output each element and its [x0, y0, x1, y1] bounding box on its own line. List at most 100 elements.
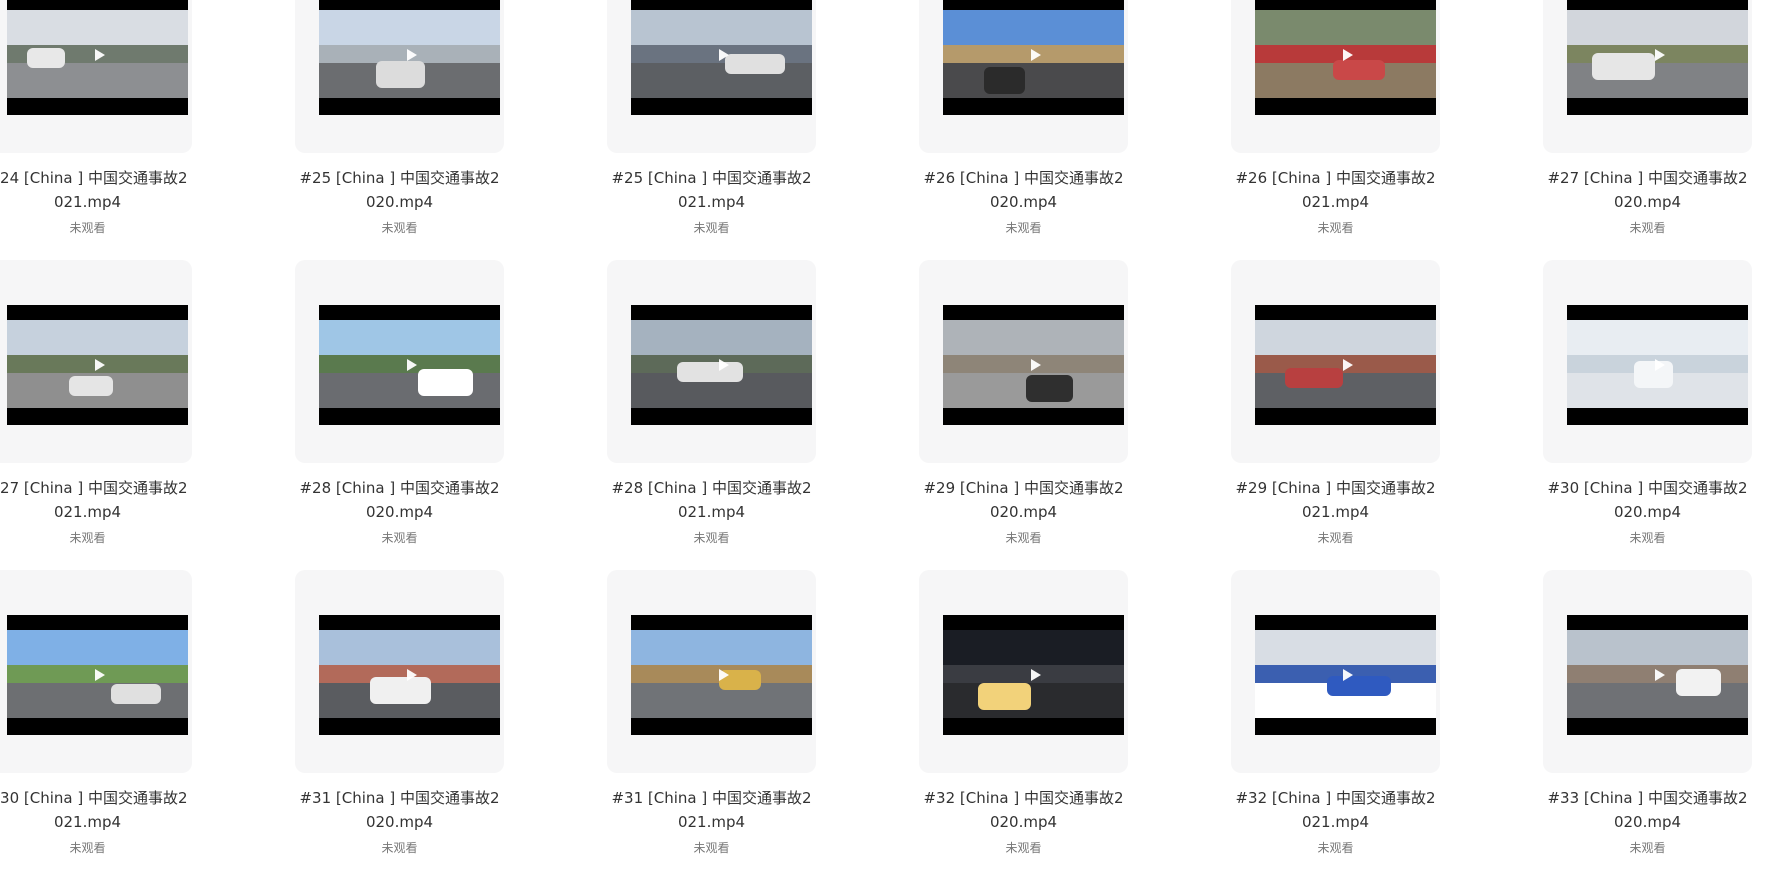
- thumbnail-card[interactable]: [607, 0, 816, 153]
- file-name[interactable]: #27 [China ] 中国交通事故2021.mp4: [0, 476, 192, 524]
- file-name[interactable]: #31 [China ] 中国交通事故2021.mp4: [607, 786, 816, 834]
- thumbnail-card[interactable]: [1543, 0, 1752, 153]
- play-icon[interactable]: [1342, 669, 1353, 681]
- file-name[interactable]: #25 [China ] 中国交通事故2021.mp4: [607, 166, 816, 214]
- video-thumbnail[interactable]: [319, 305, 500, 425]
- video-file-item[interactable]: #27 [China ] 中国交通事故2021.mp4 未观看: [0, 260, 192, 570]
- watch-status: 未观看: [1629, 841, 1666, 855]
- play-icon[interactable]: [1342, 49, 1353, 61]
- file-name[interactable]: #32 [China ] 中国交通事故2020.mp4: [919, 786, 1128, 834]
- video-thumbnail[interactable]: [7, 0, 188, 115]
- video-thumbnail[interactable]: [943, 615, 1124, 735]
- thumbnail-card[interactable]: [295, 570, 504, 773]
- file-name[interactable]: #26 [China ] 中国交通事故2020.mp4: [919, 166, 1128, 214]
- video-file-item[interactable]: #25 [China ] 中国交通事故2021.mp4 未观看: [607, 0, 816, 260]
- play-icon[interactable]: [1654, 359, 1665, 371]
- play-icon[interactable]: [406, 359, 417, 371]
- watch-status: 未观看: [1317, 841, 1354, 855]
- video-file-item[interactable]: #31 [China ] 中国交通事故2021.mp4 未观看: [607, 570, 816, 880]
- video-thumbnail[interactable]: [631, 615, 812, 735]
- watch-status: 未观看: [69, 221, 106, 235]
- thumbnail-card[interactable]: [1231, 260, 1440, 463]
- watch-status: 未观看: [1317, 531, 1354, 545]
- video-thumbnail[interactable]: [943, 0, 1124, 115]
- thumbnail-card[interactable]: [295, 0, 504, 153]
- video-file-item[interactable]: #33 [China ] 中国交通事故2020.mp4 未观看: [1543, 570, 1752, 880]
- video-file-item[interactable]: #24 [China ] 中国交通事故2021.mp4 未观看: [0, 0, 192, 260]
- video-file-item[interactable]: #29 [China ] 中国交通事故2020.mp4 未观看: [919, 260, 1128, 570]
- thumbnail-card[interactable]: [1231, 0, 1440, 153]
- video-file-item[interactable]: #27 [China ] 中国交通事故2020.mp4 未观看: [1543, 0, 1752, 260]
- play-icon[interactable]: [718, 669, 729, 681]
- watch-status: 未观看: [69, 531, 106, 545]
- thumbnail-card[interactable]: [919, 570, 1128, 773]
- thumbnail-card[interactable]: [607, 260, 816, 463]
- video-file-item[interactable]: #28 [China ] 中国交通事故2021.mp4 未观看: [607, 260, 816, 570]
- file-name[interactable]: #26 [China ] 中国交通事故2021.mp4: [1231, 166, 1440, 214]
- file-name[interactable]: #28 [China ] 中国交通事故2020.mp4: [295, 476, 504, 524]
- play-icon[interactable]: [1654, 669, 1665, 681]
- play-icon[interactable]: [406, 669, 417, 681]
- play-icon[interactable]: [1030, 359, 1041, 371]
- video-file-item[interactable]: #26 [China ] 中国交通事故2021.mp4 未观看: [1231, 0, 1440, 260]
- file-name[interactable]: #29 [China ] 中国交通事故2021.mp4: [1231, 476, 1440, 524]
- thumbnail-card[interactable]: [1543, 260, 1752, 463]
- thumbnail-card[interactable]: [0, 0, 192, 153]
- file-name[interactable]: #32 [China ] 中国交通事故2021.mp4: [1231, 786, 1440, 834]
- video-thumbnail[interactable]: [319, 615, 500, 735]
- video-thumbnail[interactable]: [7, 305, 188, 425]
- watch-status: 未观看: [693, 531, 730, 545]
- video-file-item[interactable]: #29 [China ] 中国交通事故2021.mp4 未观看: [1231, 260, 1440, 570]
- video-file-item[interactable]: #30 [China ] 中国交通事故2020.mp4 未观看: [1543, 260, 1752, 570]
- watch-status: 未观看: [381, 841, 418, 855]
- thumbnail-card[interactable]: [919, 260, 1128, 463]
- video-thumbnail[interactable]: [7, 615, 188, 735]
- video-thumbnail[interactable]: [319, 0, 500, 115]
- file-name[interactable]: #31 [China ] 中国交通事故2020.mp4: [295, 786, 504, 834]
- file-name[interactable]: #27 [China ] 中国交通事故2020.mp4: [1543, 166, 1752, 214]
- play-icon[interactable]: [1030, 669, 1041, 681]
- video-file-item[interactable]: #31 [China ] 中国交通事故2020.mp4 未观看: [295, 570, 504, 880]
- thumbnail-card[interactable]: [919, 0, 1128, 153]
- file-name[interactable]: #25 [China ] 中国交通事故2020.mp4: [295, 166, 504, 214]
- file-name[interactable]: #30 [China ] 中国交通事故2020.mp4: [1543, 476, 1752, 524]
- thumbnail-card[interactable]: [0, 570, 192, 773]
- play-icon[interactable]: [1654, 49, 1665, 61]
- video-thumbnail[interactable]: [1255, 0, 1436, 115]
- play-icon[interactable]: [94, 359, 105, 371]
- thumbnail-card[interactable]: [295, 260, 504, 463]
- video-thumbnail[interactable]: [1567, 0, 1748, 115]
- file-name[interactable]: #29 [China ] 中国交通事故2020.mp4: [919, 476, 1128, 524]
- file-name[interactable]: #30 [China ] 中国交通事故2021.mp4: [0, 786, 192, 834]
- watch-status: 未观看: [693, 841, 730, 855]
- thumbnail-card[interactable]: [607, 570, 816, 773]
- play-icon[interactable]: [94, 669, 105, 681]
- file-name[interactable]: #24 [China ] 中国交通事故2021.mp4: [0, 166, 192, 214]
- play-icon[interactable]: [406, 49, 417, 61]
- video-file-item[interactable]: #32 [China ] 中国交通事故2021.mp4 未观看: [1231, 570, 1440, 880]
- thumbnail-card[interactable]: [0, 260, 192, 463]
- video-thumbnail[interactable]: [1567, 305, 1748, 425]
- video-thumbnail[interactable]: [943, 305, 1124, 425]
- video-thumbnail[interactable]: [1567, 615, 1748, 735]
- video-thumbnail[interactable]: [1255, 305, 1436, 425]
- play-icon[interactable]: [1030, 49, 1041, 61]
- video-thumbnail[interactable]: [1255, 615, 1436, 735]
- video-file-item[interactable]: #32 [China ] 中国交通事故2020.mp4 未观看: [919, 570, 1128, 880]
- play-icon[interactable]: [1342, 359, 1353, 371]
- video-file-item[interactable]: #26 [China ] 中国交通事故2020.mp4 未观看: [919, 0, 1128, 260]
- video-file-grid: #24 [China ] 中国交通事故2021.mp4 未观看 #25 [China…: [0, 0, 1752, 880]
- video-thumbnail[interactable]: [631, 305, 812, 425]
- play-icon[interactable]: [94, 49, 105, 61]
- video-file-item[interactable]: #28 [China ] 中国交通事故2020.mp4 未观看: [295, 260, 504, 570]
- play-icon[interactable]: [718, 359, 729, 371]
- video-thumbnail[interactable]: [631, 0, 812, 115]
- thumbnail-card[interactable]: [1231, 570, 1440, 773]
- video-file-item[interactable]: #30 [China ] 中国交通事故2021.mp4 未观看: [0, 570, 192, 880]
- file-name[interactable]: #28 [China ] 中国交通事故2021.mp4: [607, 476, 816, 524]
- video-file-item[interactable]: #25 [China ] 中国交通事故2020.mp4 未观看: [295, 0, 504, 260]
- watch-status: 未观看: [381, 221, 418, 235]
- play-icon[interactable]: [718, 49, 729, 61]
- file-name[interactable]: #33 [China ] 中国交通事故2020.mp4: [1543, 786, 1752, 834]
- thumbnail-card[interactable]: [1543, 570, 1752, 773]
